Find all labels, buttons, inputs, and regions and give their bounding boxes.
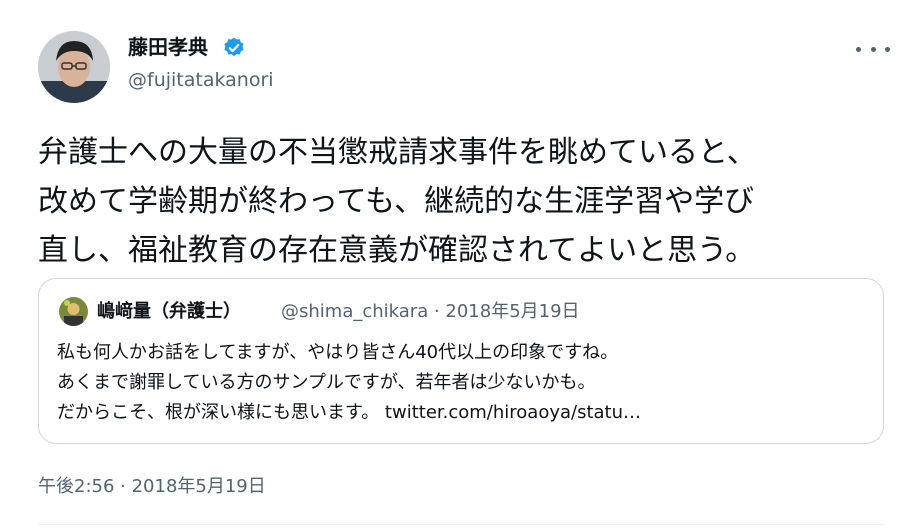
tweet-card: 藤田孝典 @fujitatakanori 弁護士への大量の不当懲戒請求事件を眺め… <box>0 0 921 532</box>
more-dot <box>856 46 861 52</box>
author-handle[interactable]: @fujitatakanori <box>128 67 274 93</box>
author-avatar[interactable] <box>38 31 110 103</box>
divider <box>38 524 884 525</box>
tweet-text-line: 直し、福祉教育の存在意義が確認されてよいと思う。 <box>38 233 756 268</box>
quoted-text-line: だからこそ、根が深い様にも思います。 twitter.com/hiroaoya/… <box>57 402 642 423</box>
more-dot <box>885 46 890 52</box>
quoted-author-display-name: 嶋﨑量（弁護士） <box>97 301 241 322</box>
author-display-name[interactable]: 藤田孝典 <box>128 34 208 60</box>
more-dot <box>870 46 876 52</box>
quoted-tweet-text: 私も何人かお話をしてますが、やはり皆さん40代以上の印象ですね。 あくまで謝罪し… <box>57 338 872 428</box>
quoted-author-handle-date: @shima_chikara · 2018年5月19日 <box>281 301 580 322</box>
tweet-text: 弁護士への大量の不当懲戒請求事件を眺めていると、 改めて学齢期が終わっても、継続… <box>38 128 898 275</box>
tweet-text-line: 改めて学齢期が終わっても、継続的な生涯学習や学び <box>38 184 755 219</box>
quoted-author-avatar <box>59 297 88 326</box>
more-options-icon[interactable] <box>856 38 890 60</box>
tweet-text-line: 弁護士への大量の不当懲戒請求事件を眺めていると、 <box>38 135 757 170</box>
tweet-timestamp[interactable]: 午後2:56 · 2018年5月19日 <box>38 474 266 500</box>
quoted-text-line: あくまで謝罪している方のサンプルですが、若年者は少ないかも。 <box>57 372 596 393</box>
verified-badge-icon <box>224 37 244 57</box>
quoted-text-line: 私も何人かお話をしてますが、やはり皆さん40代以上の印象ですね。 <box>57 342 619 363</box>
quoted-tweet-card[interactable]: 嶋﨑量（弁護士） @shima_chikara · 2018年5月19日 私も何… <box>38 278 884 444</box>
